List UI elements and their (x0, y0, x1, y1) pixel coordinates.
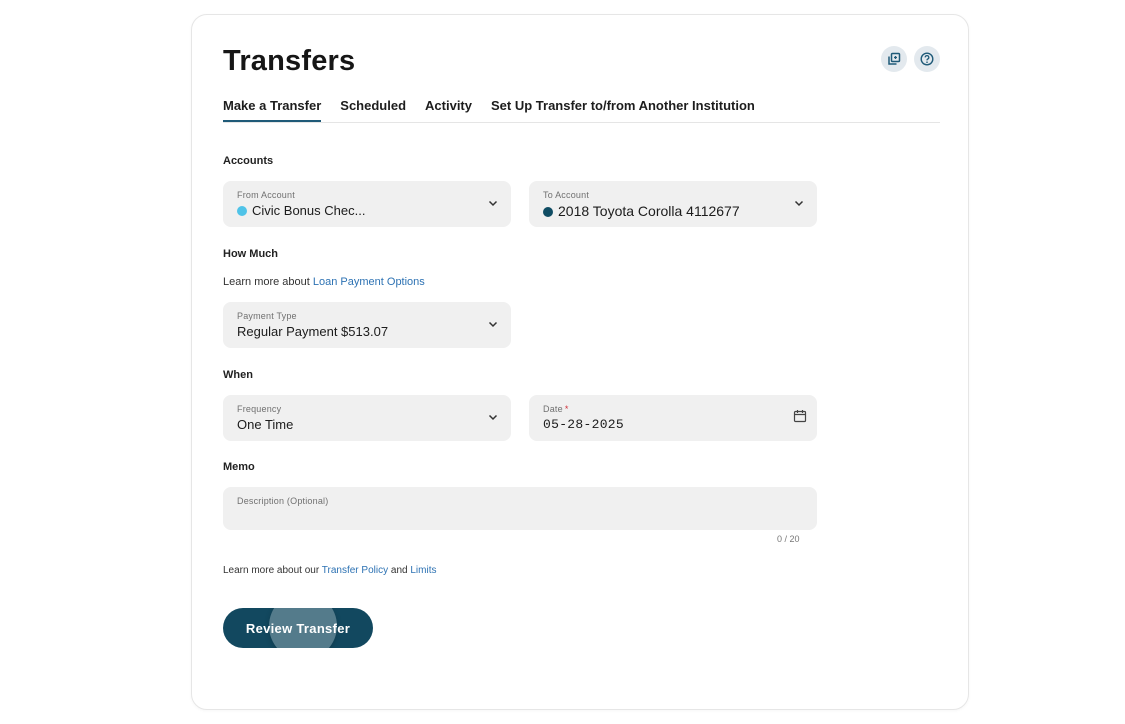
policy-and: and (388, 565, 411, 576)
transfer-tabs: Make a Transfer Scheduled Activity Set U… (223, 98, 940, 123)
date-label-text: Date (543, 404, 563, 414)
account-color-dot (237, 206, 247, 216)
chevron-down-icon (488, 321, 498, 328)
from-account-value: Civic Bonus Chec... (237, 203, 365, 218)
to-account-name: 2018 Toyota Corolla 4112677 (558, 203, 740, 219)
date-input[interactable]: Date * 05-28-2025 (529, 395, 817, 441)
tab-make-a-transfer[interactable]: Make a Transfer (223, 98, 322, 122)
limits-link[interactable]: Limits (410, 565, 436, 576)
loan-options-text: Learn more about Loan Payment Options (223, 276, 425, 288)
policy-prefix: Learn more about our (223, 565, 322, 576)
to-account-value: 2018 Toyota Corolla 4112677 (543, 203, 740, 219)
header-actions (881, 46, 940, 72)
payment-type-select[interactable]: Payment Type Regular Payment $513.07 (223, 302, 511, 348)
from-account-name: Civic Bonus Chec... (252, 203, 366, 218)
tab-activity[interactable]: Activity (425, 98, 472, 122)
chevron-down-icon (794, 200, 804, 207)
loan-options-prefix: Learn more about (223, 276, 313, 288)
transfers-card: Transfers Make a Transfer Scheduled Acti… (191, 14, 969, 710)
description-placeholder: Description (Optional) (237, 496, 329, 506)
transfer-policy-link[interactable]: Transfer Policy (322, 565, 388, 576)
required-mark: * (564, 404, 569, 414)
from-account-label: From Account (237, 190, 295, 200)
payment-type-label: Payment Type (237, 311, 297, 321)
when-label: When (223, 369, 253, 381)
help-icon[interactable] (914, 46, 940, 72)
frequency-value: One Time (237, 417, 294, 432)
how-much-label: How Much (223, 248, 278, 260)
policy-text: Learn more about our Transfer Policy and… (223, 565, 436, 576)
accounts-label: Accounts (223, 155, 274, 167)
frequency-label: Frequency (237, 404, 282, 414)
review-transfer-label: Review Transfer (245, 620, 351, 636)
tab-external-institution[interactable]: Set Up Transfer to/from Another Institut… (491, 98, 755, 122)
chevron-down-icon (488, 200, 498, 207)
calendar-icon[interactable] (793, 409, 807, 423)
review-transfer-button[interactable]: Review Transfer (223, 608, 373, 648)
account-color-dot (543, 207, 553, 217)
frequency-select[interactable]: Frequency One Time (223, 395, 511, 441)
copy-icon[interactable] (881, 46, 907, 72)
payment-type-value: Regular Payment $513.07 (237, 324, 389, 339)
to-account-select[interactable]: To Account 2018 Toyota Corolla 4112677 (529, 181, 817, 227)
date-label: Date * (543, 404, 569, 414)
memo-label: Memo (223, 461, 255, 473)
loan-payment-options-link[interactable]: Loan Payment Options (313, 276, 425, 288)
from-account-select[interactable]: From Account Civic Bonus Chec... (223, 181, 511, 227)
page-title: Transfers (223, 45, 356, 77)
chevron-down-icon (488, 414, 498, 421)
tab-scheduled[interactable]: Scheduled (340, 98, 406, 122)
description-field[interactable]: Description (Optional) (223, 487, 817, 530)
to-account-label: To Account (543, 190, 590, 200)
character-counter: 0 / 20 (777, 534, 800, 544)
date-value: 05-28-2025 (543, 417, 625, 432)
